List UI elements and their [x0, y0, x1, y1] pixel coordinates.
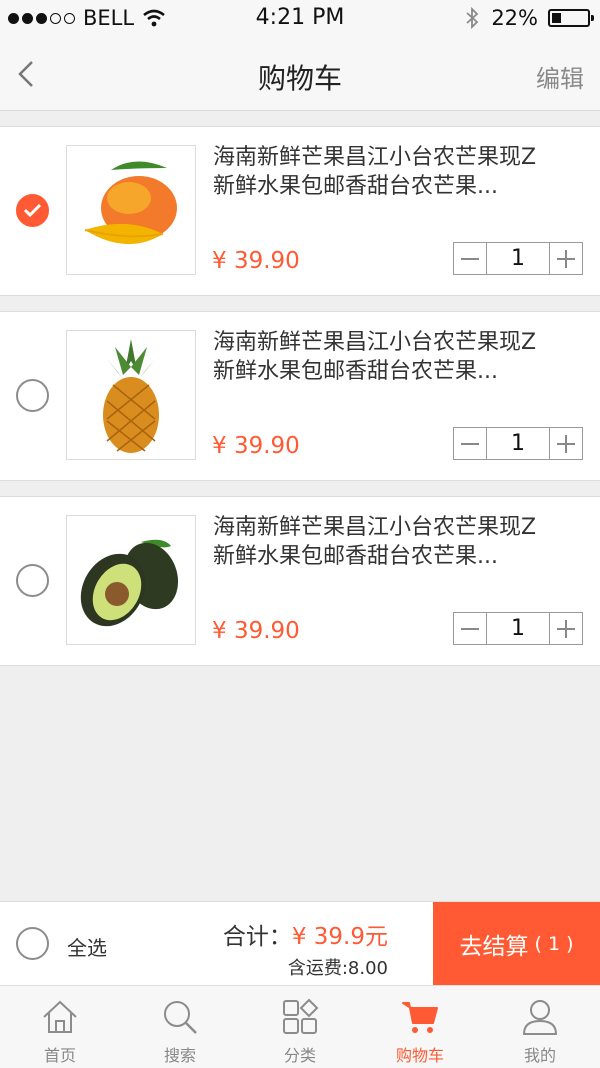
quantity-value[interactable]: 1: [486, 613, 550, 644]
item-checkbox[interactable]: [16, 379, 49, 412]
total-label: 合计：: [222, 924, 292, 950]
bluetooth-icon: [466, 7, 479, 29]
plus-icon: [557, 434, 575, 453]
checkmark-icon: [23, 203, 42, 218]
edit-button[interactable]: 编辑: [536, 59, 584, 94]
decrease-button[interactable]: [454, 613, 486, 644]
tab-search[interactable]: 搜索: [120, 986, 240, 1068]
tab-category[interactable]: 分类: [240, 986, 360, 1068]
nav-bar: 购物车 编辑: [0, 38, 600, 111]
checkout-button[interactable]: 去结算 ( 1 ): [433, 902, 600, 986]
tab-bar: 首页 搜索 分类 购物车 我的: [0, 985, 600, 1068]
tab-profile[interactable]: 我的: [480, 986, 600, 1068]
quantity-stepper: 1: [453, 242, 583, 275]
product-image-mango[interactable]: [66, 145, 196, 275]
product-name-line1: 海南新鲜芒果昌江小台农芒果现Z: [213, 515, 537, 540]
shipping-fee: 含运费:8.00: [287, 958, 388, 979]
product-name[interactable]: 海南新鲜芒果昌江小台农芒果现Z 新鲜水果包邮香甜台农芒果...: [213, 328, 583, 386]
product-image-avocado[interactable]: [66, 515, 196, 645]
tab-label: 购物车: [395, 1046, 444, 1065]
battery-percent: 22%: [491, 6, 538, 30]
total-line: 合计：¥ 39.9元: [223, 917, 388, 951]
quantity-stepper: 1: [453, 612, 583, 645]
minus-icon: [461, 627, 479, 630]
checkout-count: ( 1 ): [534, 933, 574, 955]
plus-icon: [557, 249, 575, 268]
tab-label: 搜索: [163, 1046, 196, 1065]
select-all-checkbox[interactable]: [16, 927, 49, 960]
checkout-button-label: 去结算: [459, 934, 529, 960]
product-name[interactable]: 海南新鲜芒果昌江小台农芒果现Z 新鲜水果包邮香甜台农芒果...: [213, 513, 583, 571]
increase-button[interactable]: [550, 243, 582, 274]
cart-icon: [402, 1002, 438, 1033]
page-title: 购物车: [257, 62, 342, 95]
checkout-bar: 全选 合计：¥ 39.9元 含运费:8.00 去结算 ( 1 ): [0, 901, 600, 986]
status-bar: BELL 4:21 PM 22%: [0, 0, 600, 38]
product-name-line2: 新鲜水果包邮香甜台农芒果...: [213, 544, 498, 569]
product-price: ¥ 39.90: [212, 248, 300, 274]
increase-button[interactable]: [550, 428, 582, 459]
quantity-value[interactable]: 1: [486, 428, 550, 459]
back-icon[interactable]: [14, 54, 40, 94]
cart-item: 海南新鲜芒果昌江小台农芒果现Z 新鲜水果包邮香甜台农芒果... ¥ 39.90 …: [0, 496, 600, 666]
battery-icon: [548, 9, 594, 27]
category-icon: [283, 998, 319, 1034]
select-all-label[interactable]: 全选: [67, 932, 107, 961]
product-name[interactable]: 海南新鲜芒果昌江小台农芒果现Z 新鲜水果包邮香甜台农芒果...: [213, 143, 583, 201]
plus-icon: [557, 619, 575, 638]
tab-home[interactable]: 首页: [0, 986, 120, 1068]
increase-button[interactable]: [550, 613, 582, 644]
decrease-button[interactable]: [454, 243, 486, 274]
product-price: ¥ 39.90: [212, 433, 300, 459]
minus-icon: [461, 442, 479, 445]
product-name-line2: 新鲜水果包邮香甜台农芒果...: [213, 174, 498, 199]
tab-cart[interactable]: 购物车: [360, 986, 480, 1068]
home-icon: [43, 1000, 77, 1033]
cart-item: 海南新鲜芒果昌江小台农芒果现Z 新鲜水果包邮香甜台农芒果... ¥ 39.90 …: [0, 311, 600, 481]
product-name-line1: 海南新鲜芒果昌江小台农芒果现Z: [213, 330, 537, 355]
quantity-stepper: 1: [453, 427, 583, 460]
item-checkbox[interactable]: [16, 194, 49, 227]
total-amount: ¥ 39.9元: [291, 924, 388, 950]
product-image-pineapple[interactable]: [66, 330, 196, 460]
product-name-line1: 海南新鲜芒果昌江小台农芒果现Z: [213, 145, 537, 170]
product-name-line2: 新鲜水果包邮香甜台农芒果...: [213, 359, 498, 384]
tab-label: 首页: [43, 1046, 76, 1065]
tab-label: 我的: [523, 1046, 556, 1065]
quantity-value[interactable]: 1: [486, 243, 550, 274]
item-checkbox[interactable]: [16, 564, 49, 597]
product-price: ¥ 39.90: [212, 618, 300, 644]
minus-icon: [461, 257, 479, 260]
user-icon: [522, 1000, 558, 1035]
tab-label: 分类: [283, 1046, 316, 1065]
decrease-button[interactable]: [454, 428, 486, 459]
cart-item: 海南新鲜芒果昌江小台农芒果现Z 新鲜水果包邮香甜台农芒果... ¥ 39.90 …: [0, 126, 600, 296]
search-icon: [164, 1001, 197, 1034]
